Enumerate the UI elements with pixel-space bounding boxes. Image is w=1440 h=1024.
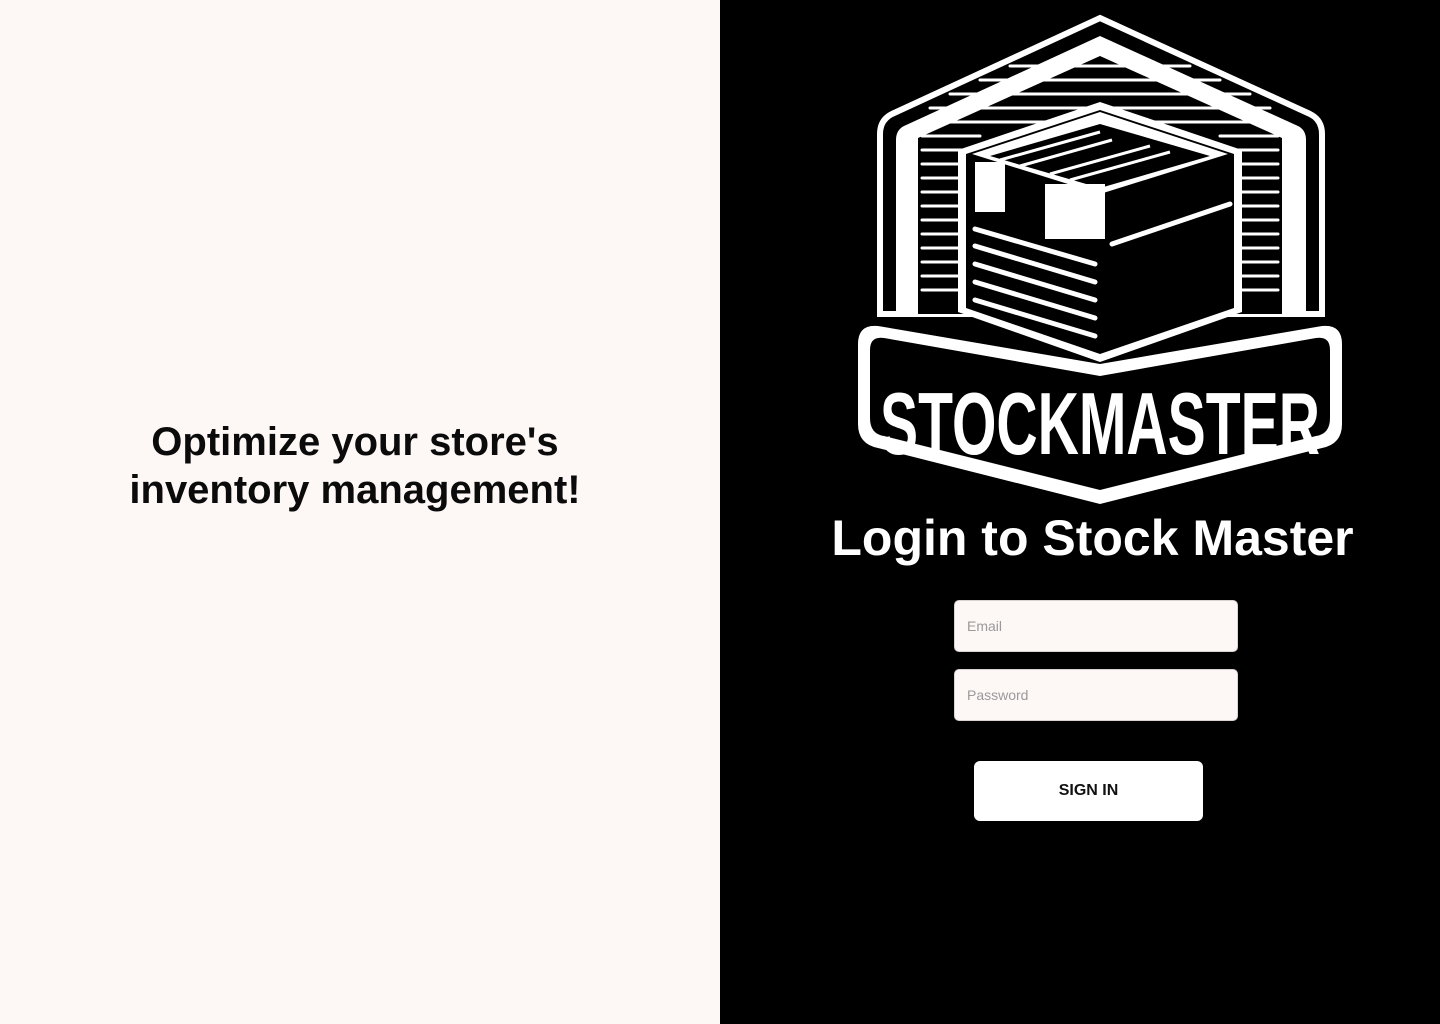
left-panel: Optimize your store's inventory manageme… — [0, 0, 720, 1024]
sign-in-button[interactable]: SIGN IN — [974, 761, 1203, 821]
right-panel: STOCKMASTER Login to Stock Master SIGN I… — [720, 0, 1440, 1024]
tagline-line-1: Optimize your store's — [151, 420, 559, 464]
stockmaster-logo: STOCKMASTER — [858, 14, 1342, 504]
box-icon — [958, 102, 1242, 362]
logo-brand-text: STOCKMASTER — [880, 374, 1320, 473]
login-title: Login to Stock Master — [831, 510, 1354, 566]
email-field[interactable] — [954, 600, 1238, 652]
password-field[interactable] — [954, 669, 1238, 721]
tagline: Optimize your store's inventory manageme… — [0, 418, 710, 514]
tagline-line-2: inventory management! — [129, 468, 581, 512]
